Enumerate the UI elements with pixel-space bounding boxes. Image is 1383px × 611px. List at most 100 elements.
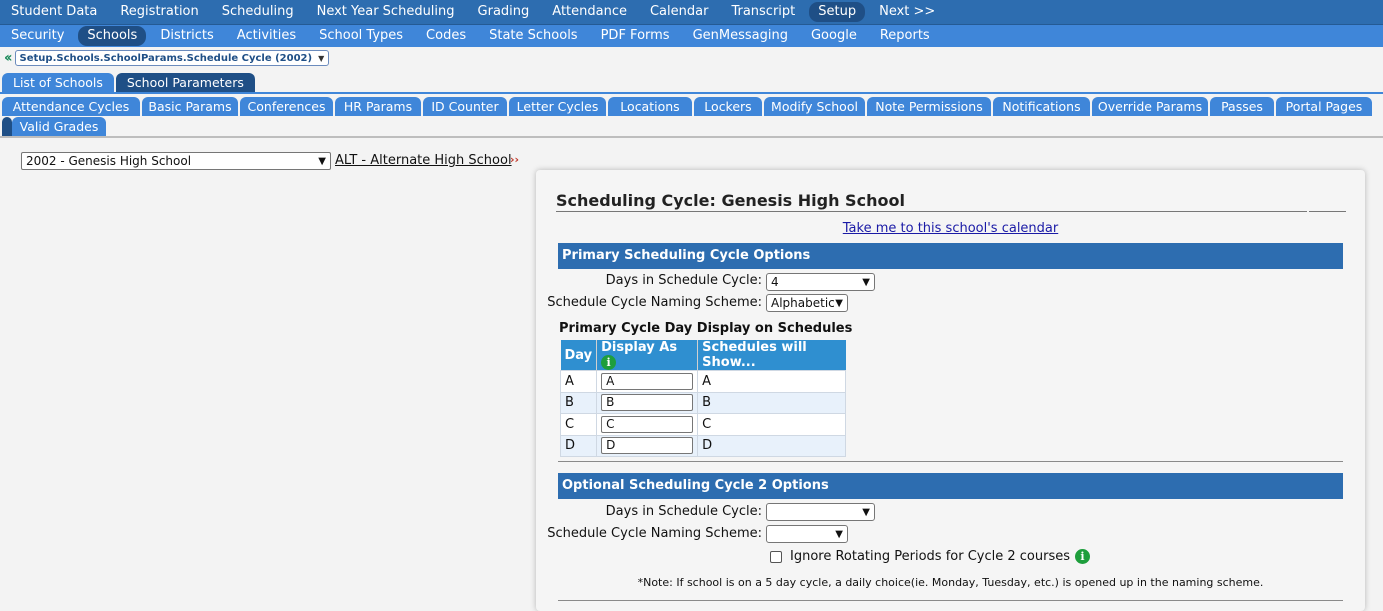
tab-school-parameters[interactable]: School Parameters	[115, 73, 255, 92]
primary-naming-value: Alphabetic	[771, 296, 835, 310]
nav-school-types[interactable]: School Types	[310, 26, 412, 46]
tab-lockers[interactable]: Lockers	[694, 97, 762, 116]
display-cell: A	[596, 370, 699, 393]
tab-locations[interactable]: Locations	[608, 97, 692, 116]
show-cell: C	[697, 413, 847, 436]
nav-google[interactable]: Google	[802, 26, 866, 46]
display-cell: D	[596, 434, 699, 457]
nav-calendar[interactable]: Calendar	[641, 2, 717, 22]
school-select[interactable]: 2002 - Genesis High School ▼	[21, 152, 331, 170]
tab-passes[interactable]: Passes	[1210, 97, 1274, 116]
chevron-down-icon: ▼	[318, 53, 325, 63]
nav-state-schools[interactable]: State Schools	[480, 26, 586, 46]
section-divider	[558, 461, 1343, 462]
nav-next[interactable]: Next >>	[870, 2, 944, 22]
cycle-day-table: Day Display As i Schedules will Show... …	[559, 340, 847, 457]
school-select-value: 2002 - Genesis High School	[26, 154, 192, 168]
display-as-input[interactable]: A	[601, 372, 694, 390]
tab-divider	[0, 92, 1383, 94]
primary-days-value: 4	[771, 275, 779, 289]
nav-districts[interactable]: Districts	[151, 26, 222, 46]
primary-nav: Student Data Registration Scheduling Nex…	[0, 0, 1383, 25]
primary-days-label: Days in Schedule Cycle:	[605, 273, 762, 288]
nav-codes[interactable]: Codes	[417, 26, 475, 46]
info-icon[interactable]: i	[1075, 549, 1091, 564]
parameter-tabs: Attendance Cycles Basic Params Conferenc…	[2, 97, 1383, 137]
tab-id-counter[interactable]: ID Counter	[423, 97, 507, 116]
cycle-note: *Note: If school is on a 5 day cycle, a …	[637, 576, 1264, 589]
double-chevron-left-icon[interactable]: ‹‹	[4, 50, 12, 66]
optional-days-label: Days in Schedule Cycle:	[605, 504, 762, 519]
breadcrumb-select[interactable]: Setup.Schools.SchoolParams.Schedule Cycl…	[14, 50, 330, 66]
show-cell: D	[697, 434, 847, 457]
breadcrumb-value: Setup.Schools.SchoolParams.Schedule Cycl…	[19, 52, 313, 64]
display-as-input[interactable]: D	[601, 437, 694, 455]
nav-schools[interactable]: Schools	[78, 26, 147, 46]
tab-override-params[interactable]: Override Params	[1092, 97, 1208, 116]
tab-hr-params[interactable]: HR Params	[335, 97, 421, 116]
nav-genmessaging[interactable]: GenMessaging	[684, 26, 797, 46]
optional-naming-select[interactable]: ▼	[766, 525, 848, 543]
nav-scheduling[interactable]: Scheduling	[213, 2, 303, 22]
tab-overflow[interactable]	[2, 117, 12, 136]
optional-days-select[interactable]: ▼	[766, 503, 875, 521]
nav-grading[interactable]: Grading	[469, 2, 539, 22]
title-divider-end	[1309, 211, 1346, 212]
nav-pdf-forms[interactable]: PDF Forms	[592, 26, 679, 46]
ignore-rotating-row: Ignore Rotating Periods for Cycle 2 cour…	[770, 549, 1091, 564]
display-cell: C	[596, 413, 699, 436]
ignore-rotating-label: Ignore Rotating Periods for Cycle 2 cour…	[790, 549, 1071, 564]
table-row: A A A	[559, 370, 847, 393]
info-icon[interactable]: i	[601, 355, 617, 370]
breadcrumb: ‹‹ Setup.Schools.SchoolParams.Schedule C…	[0, 47, 1383, 69]
secondary-nav: Security Schools Districts Activities Sc…	[0, 25, 1383, 47]
column-header-day: Day	[560, 340, 598, 371]
day-cell: C	[559, 413, 598, 436]
nav-registration[interactable]: Registration	[111, 2, 207, 22]
table-row: C C C	[559, 413, 847, 436]
section-divider	[558, 600, 1343, 601]
page-title: Scheduling Cycle: Genesis High School	[556, 191, 905, 210]
primary-days-select[interactable]: 4 ▼	[766, 273, 875, 291]
chevron-down-icon: ▼	[862, 506, 870, 518]
double-chevron-right-icon[interactable]: ››	[510, 153, 519, 166]
nav-security[interactable]: Security	[2, 26, 73, 46]
tab-portal-pages[interactable]: Portal Pages	[1276, 97, 1372, 116]
schedule-cycle-panel: Scheduling Cycle: Genesis High School Ta…	[536, 170, 1365, 611]
display-as-input[interactable]: C	[601, 415, 694, 433]
school-calendar-link[interactable]: Take me to this school's calendar	[843, 221, 1058, 236]
display-as-input[interactable]: B	[601, 394, 694, 412]
tab-notifications[interactable]: Notifications	[993, 97, 1090, 116]
tab-divider-lower	[0, 136, 1383, 138]
primary-naming-select[interactable]: Alphabetic ▼	[766, 294, 848, 312]
table-row: D D D	[559, 434, 847, 457]
chevron-down-icon: ▼	[835, 297, 843, 309]
tab-letter-cycles[interactable]: Letter Cycles	[509, 97, 606, 116]
nav-reports[interactable]: Reports	[871, 26, 939, 46]
school-tabs: List of Schools School Parameters	[2, 73, 257, 92]
primary-section-header: Primary Scheduling Cycle Options	[558, 243, 1343, 269]
tab-list-of-schools[interactable]: List of Schools	[2, 73, 114, 92]
tab-attendance-cycles[interactable]: Attendance Cycles	[2, 97, 140, 116]
day-cell: D	[559, 434, 598, 457]
column-header-display-label: Display As	[601, 340, 678, 355]
chevron-down-icon: ▼	[835, 528, 843, 540]
nav-transcript[interactable]: Transcript	[722, 2, 804, 22]
chevron-down-icon: ▼	[862, 276, 870, 288]
tab-conferences[interactable]: Conferences	[240, 97, 333, 116]
column-header-show: Schedules will Show...	[697, 340, 846, 371]
ignore-rotating-checkbox[interactable]	[770, 550, 782, 563]
optional-section-header: Optional Scheduling Cycle 2 Options	[558, 473, 1343, 499]
title-divider	[556, 211, 1307, 212]
nav-setup[interactable]: Setup	[809, 2, 866, 22]
nav-attendance[interactable]: Attendance	[543, 2, 636, 22]
optional-naming-label: Schedule Cycle Naming Scheme:	[547, 526, 762, 541]
nav-student-data[interactable]: Student Data	[2, 2, 106, 22]
tab-modify-school[interactable]: Modify School	[764, 97, 865, 116]
nav-activities[interactable]: Activities	[228, 26, 305, 46]
nav-next-year-scheduling[interactable]: Next Year Scheduling	[308, 2, 464, 22]
alternate-school-link[interactable]: ALT - Alternate High School	[335, 152, 512, 169]
tab-note-permissions[interactable]: Note Permissions	[867, 97, 991, 116]
tab-valid-grades[interactable]: Valid Grades	[12, 117, 106, 136]
tab-basic-params[interactable]: Basic Params	[142, 97, 238, 116]
